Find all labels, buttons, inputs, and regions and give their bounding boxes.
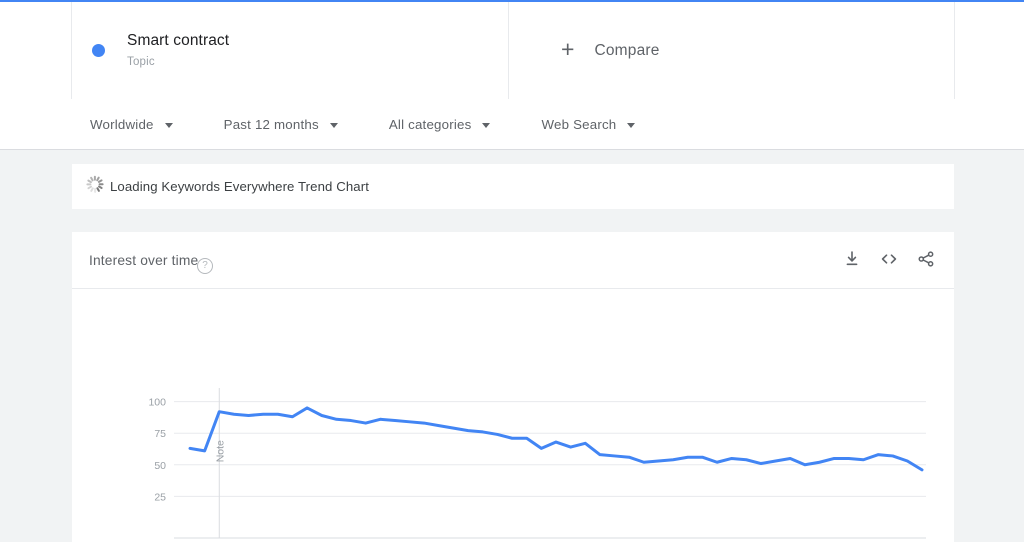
chevron-down-icon xyxy=(329,122,338,128)
loading-banner-text: Loading Keywords Everywhere Trend Chart xyxy=(110,179,369,194)
filter-category[interactable]: All categories xyxy=(389,117,491,132)
y-axis-tick-label: 25 xyxy=(154,491,166,503)
filter-search-type[interactable]: Web Search xyxy=(541,116,636,132)
embed-code-icon[interactable] xyxy=(879,249,899,269)
filter-search-type-label: Web Search xyxy=(541,116,617,132)
search-term-card[interactable]: Smart contract Topic xyxy=(72,2,509,99)
filters-row: Worldwide Past 12 months All categories … xyxy=(90,99,686,149)
plus-icon: + xyxy=(561,36,575,62)
trend-line-chart: 255075100NoteDec 19, 2021Apr 10, 2022Jul… xyxy=(148,388,926,539)
y-axis-tick-label: 50 xyxy=(154,460,166,472)
chevron-down-icon xyxy=(482,122,491,128)
help-circle-icon[interactable]: ? xyxy=(197,258,213,274)
chevron-down-icon xyxy=(627,122,636,128)
y-axis-tick-label: 100 xyxy=(148,397,166,409)
filter-time-range[interactable]: Past 12 months xyxy=(224,117,338,132)
filter-location[interactable]: Worldwide xyxy=(90,117,173,132)
search-term-textblock: Smart contract Topic xyxy=(127,31,229,71)
interest-over-time-plot[interactable]: 255075100NoteDec 19, 2021Apr 10, 2022Jul… xyxy=(72,288,954,542)
keywords-everywhere-loading-banner: Loading Keywords Everywhere Trend Chart xyxy=(72,164,954,209)
chart-actions xyxy=(842,249,936,269)
chart-title: Interest over time xyxy=(89,252,199,268)
filter-category-label: All categories xyxy=(388,116,472,132)
search-terms-row: Smart contract Topic + Compare xyxy=(71,2,955,99)
search-term-title: Smart contract xyxy=(127,31,230,49)
spinner-icon xyxy=(84,174,106,198)
chevron-down-icon xyxy=(164,122,173,128)
share-icon[interactable] xyxy=(916,249,936,269)
add-comparison-button[interactable]: + Compare xyxy=(509,2,946,99)
series-dot-icon xyxy=(92,44,105,57)
note-annotation-label[interactable]: Note xyxy=(214,440,226,462)
interest-over-time-card: Interest over time ? 25 50 75 100 Note xyxy=(72,232,954,542)
filters-bar: Worldwide Past 12 months All categories … xyxy=(0,99,1024,150)
compare-label: Compare xyxy=(594,41,660,59)
trend-line-series xyxy=(188,406,924,472)
filter-time-range-label: Past 12 months xyxy=(223,116,319,132)
chart-header: Interest over time ? xyxy=(72,232,954,289)
search-terms-bar: Smart contract Topic + Compare xyxy=(0,2,1024,99)
search-term-type: Topic xyxy=(127,55,155,68)
y-axis-tick-label: 75 xyxy=(154,428,166,440)
download-icon[interactable] xyxy=(842,249,862,269)
filter-location-label: Worldwide xyxy=(90,116,154,132)
